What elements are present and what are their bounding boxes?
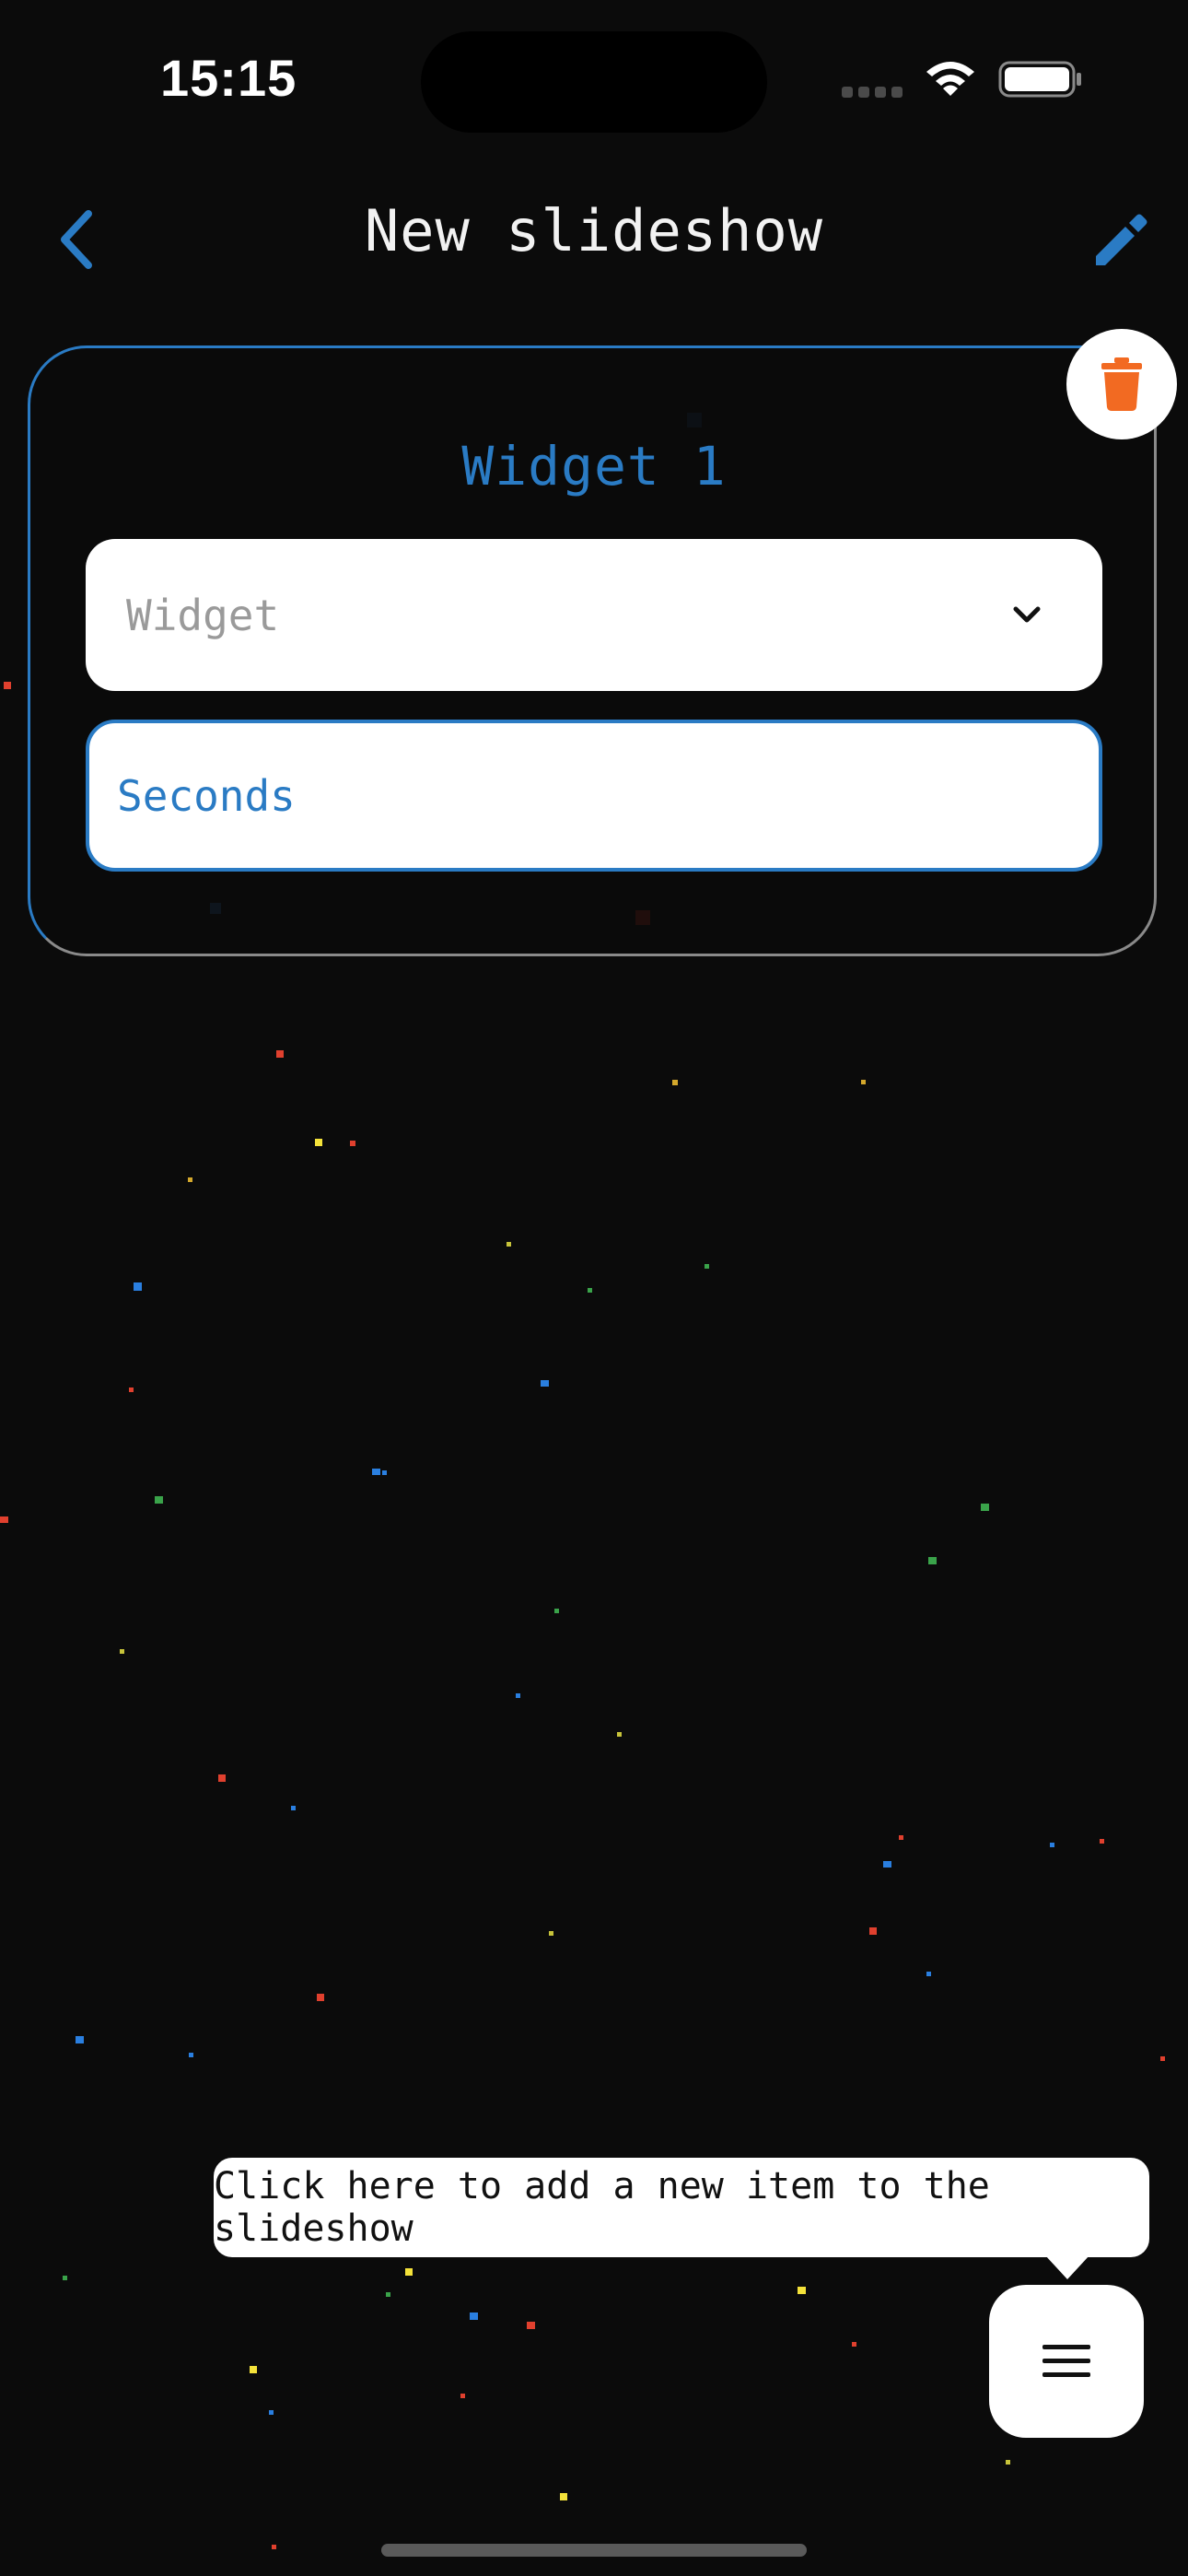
widget-select-placeholder: Widget xyxy=(126,590,280,640)
trash-icon xyxy=(1101,357,1142,411)
pencil-icon[interactable] xyxy=(1090,210,1151,271)
menu-icon xyxy=(1042,2345,1090,2377)
widget-select[interactable]: Widget xyxy=(86,539,1102,691)
seconds-input[interactable] xyxy=(86,720,1102,872)
page-title: New slideshow xyxy=(364,197,824,264)
chevron-down-icon xyxy=(1013,606,1041,623)
home-indicator xyxy=(381,2544,807,2557)
delete-widget-button[interactable] xyxy=(1066,329,1177,439)
widget-title: Widget 1 xyxy=(461,435,727,498)
cellular-signal-icon xyxy=(842,87,903,98)
add-item-menu-button[interactable] xyxy=(989,2285,1144,2438)
dynamic-island xyxy=(421,31,767,133)
tooltip-text: Click here to add a new item to the slid… xyxy=(214,2165,990,2250)
tooltip: Click here to add a new item to the slid… xyxy=(214,2158,1149,2257)
tooltip-arrow xyxy=(1045,2255,1089,2279)
status-time: 15:15 xyxy=(160,49,297,107)
wifi-icon xyxy=(926,62,974,96)
battery-icon xyxy=(998,61,1081,98)
